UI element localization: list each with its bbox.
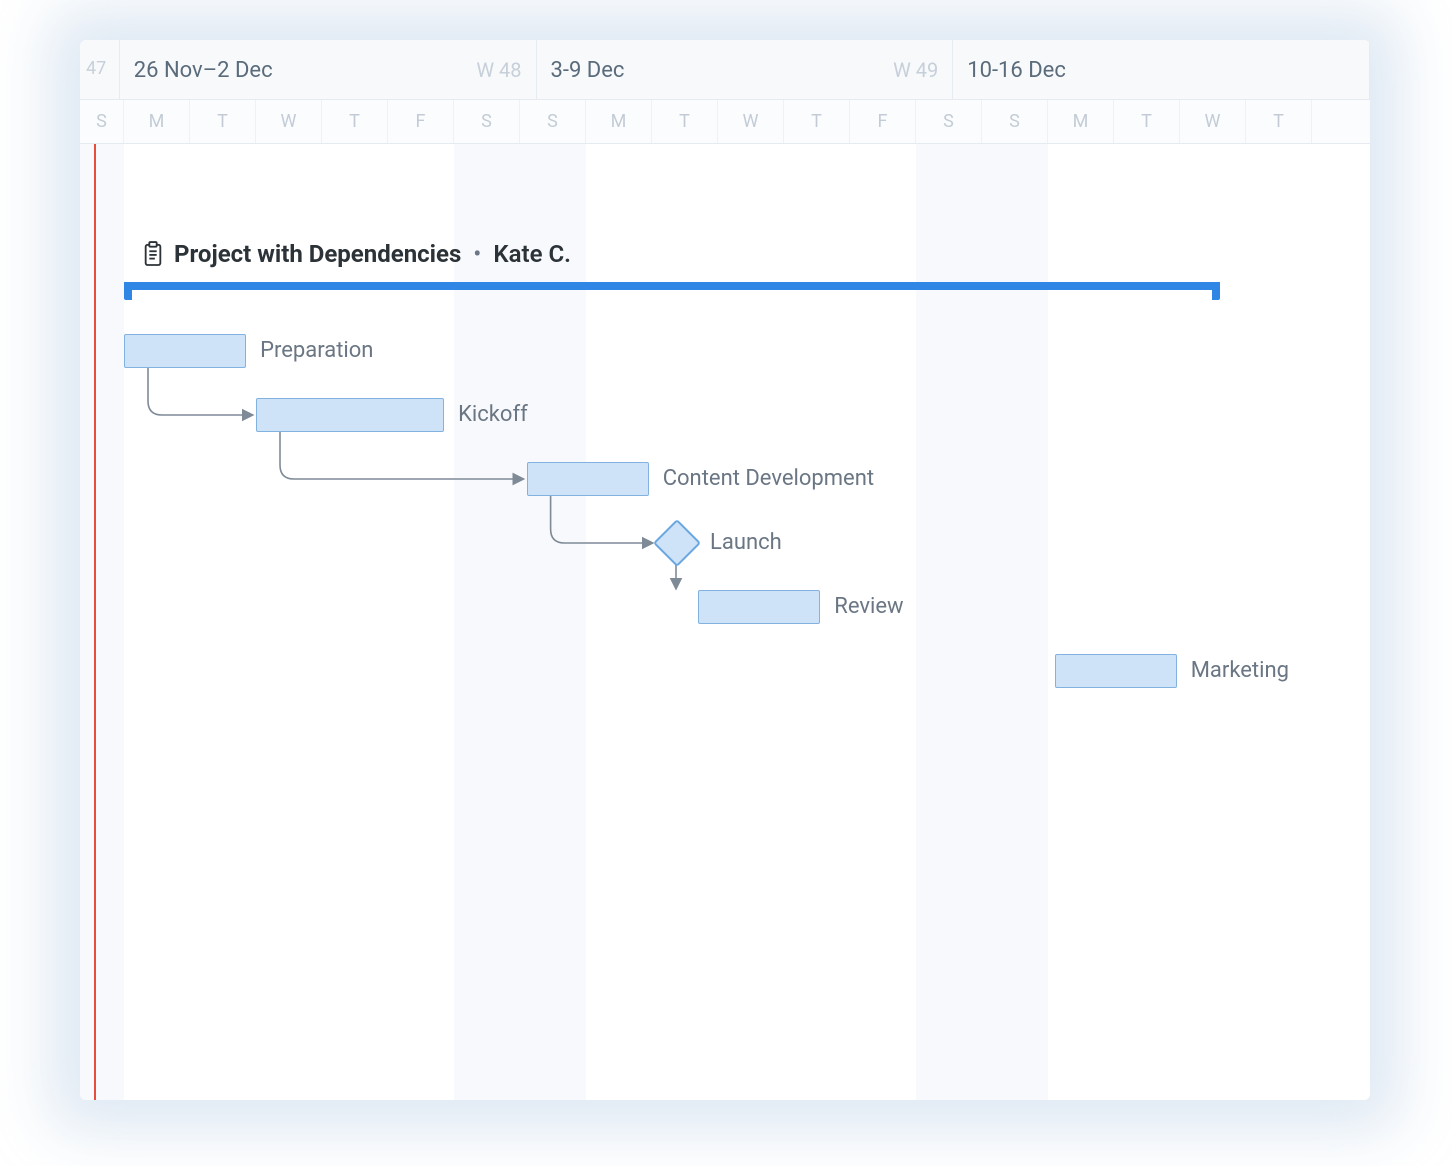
task-bar-review[interactable]: [698, 590, 820, 624]
header-days: SMTWTFSSMTWTFSSMTWT: [80, 100, 1370, 144]
day-header-cell[interactable]: S: [982, 100, 1048, 143]
task-label-mkt: Marketing: [1191, 658, 1289, 683]
day-header-cell[interactable]: M: [1048, 100, 1114, 143]
task-label-review: Review: [834, 594, 903, 619]
clipboard-icon: [142, 241, 164, 267]
day-header-cell[interactable]: W: [1180, 100, 1246, 143]
day-header-cell[interactable]: W: [718, 100, 784, 143]
task-bar-prep[interactable]: [124, 334, 246, 368]
project-title[interactable]: Project with Dependencies • Kate C.: [142, 240, 1330, 268]
day-header-cell[interactable]: M: [586, 100, 652, 143]
project-summary-row: Project with Dependencies • Kate C.: [132, 240, 1330, 292]
task-label-kickoff: Kickoff: [458, 402, 528, 427]
day-header-cell[interactable]: T: [322, 100, 388, 143]
week-range-label: 26 Nov–2 Dec: [134, 58, 273, 83]
task-label-prep: Preparation: [260, 338, 373, 363]
today-indicator: [94, 144, 96, 1100]
project-owner: Kate C.: [493, 240, 571, 268]
day-header-cell[interactable]: T: [1246, 100, 1312, 143]
project-summary-bar[interactable]: [132, 282, 1330, 292]
day-header-cell[interactable]: W: [256, 100, 322, 143]
week-header-cell[interactable]: 10-16 Dec: [953, 40, 1370, 99]
task-bar-content[interactable]: [527, 462, 649, 496]
day-header-cell[interactable]: S: [454, 100, 520, 143]
day-header-cell[interactable]: M: [124, 100, 190, 143]
week-range-label: 3-9 Dec: [551, 58, 625, 83]
task-bar-kickoff[interactable]: [256, 398, 444, 432]
day-header-cell[interactable]: T: [1114, 100, 1180, 143]
milestone-launch[interactable]: [653, 519, 701, 567]
week-number: 47: [86, 58, 106, 79]
week-header-cell[interactable]: 47: [80, 40, 120, 99]
day-header-cell[interactable]: T: [784, 100, 850, 143]
day-header-cell[interactable]: F: [388, 100, 454, 143]
day-header-cell[interactable]: F: [850, 100, 916, 143]
gantt-body[interactable]: Project with Dependencies • Kate C. Prep…: [80, 144, 1370, 1100]
header-weeks: 47 26 Nov–2 Dec W 48 3-9 Dec W 49 10-16 Dec: [80, 40, 1370, 100]
gantt-frame: 47 26 Nov–2 Dec W 48 3-9 Dec W 49 10-16 Dec S…: [80, 40, 1370, 1100]
day-header-cell[interactable]: S: [520, 100, 586, 143]
day-header-cell[interactable]: T: [652, 100, 718, 143]
day-header-cell[interactable]: T: [190, 100, 256, 143]
day-header-cell[interactable]: S: [916, 100, 982, 143]
separator-dot: •: [471, 240, 483, 268]
week-number: W 49: [893, 58, 938, 82]
week-number: W 48: [476, 58, 521, 82]
task-bar-mkt[interactable]: [1055, 654, 1177, 688]
task-label-launch: Launch: [710, 530, 782, 555]
project-name: Project with Dependencies: [174, 240, 461, 268]
weekend-column: [80, 144, 124, 1100]
week-header-cell[interactable]: 3-9 Dec W 49: [537, 40, 954, 99]
week-header-cell[interactable]: 26 Nov–2 Dec W 48: [120, 40, 537, 99]
day-header-cell[interactable]: S: [80, 100, 124, 143]
week-range-label: 10-16 Dec: [967, 58, 1066, 83]
task-label-content: Content Development: [663, 466, 874, 491]
